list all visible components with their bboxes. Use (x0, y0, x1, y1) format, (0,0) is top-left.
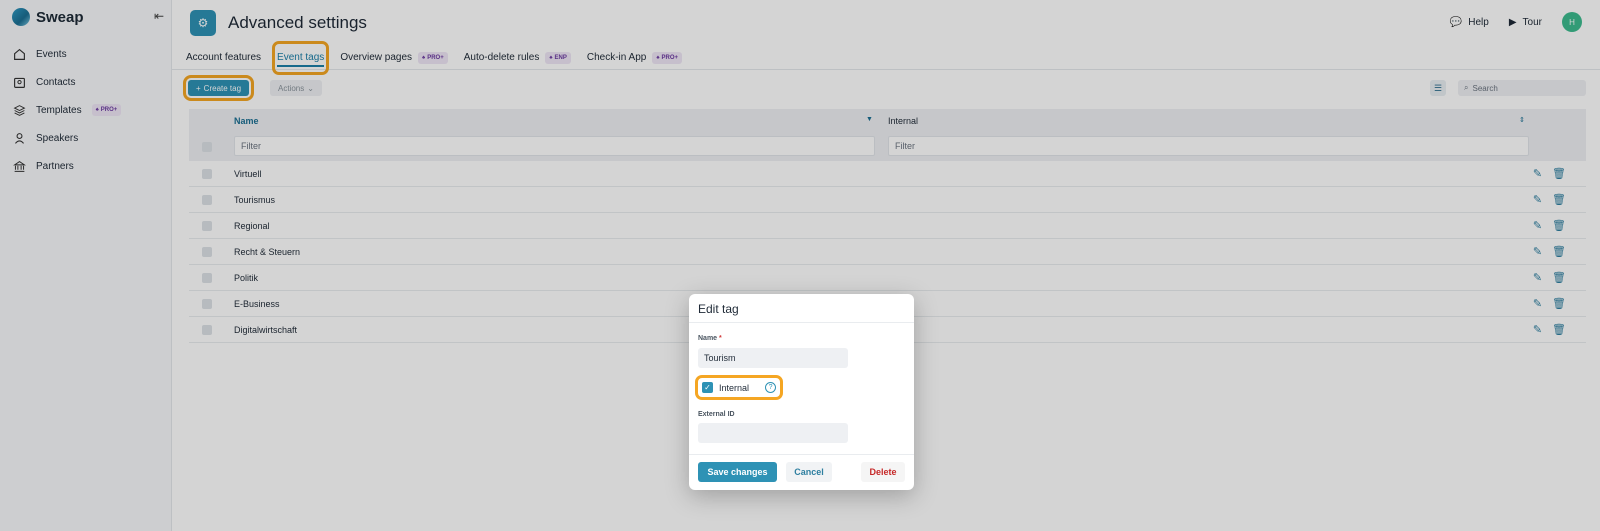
external-id-field[interactable] (698, 423, 848, 443)
name-field-label: Name * (698, 335, 722, 342)
external-id-label: External ID (698, 411, 735, 418)
internal-checkbox-row[interactable]: ✓ Internal ? (694, 375, 784, 400)
name-field[interactable]: Tourism (698, 348, 848, 368)
save-button[interactable]: Save changes (698, 462, 777, 482)
internal-label: Internal (719, 382, 750, 393)
cancel-button[interactable]: Cancel (786, 462, 832, 482)
edit-tag-dialog: Edit tag Name * Tourism ✓ Internal ? Ext… (689, 294, 914, 490)
required-marker: * (719, 335, 722, 342)
divider (689, 454, 914, 455)
delete-button[interactable]: Delete (861, 462, 905, 482)
help-icon[interactable]: ? (765, 382, 777, 393)
divider (689, 322, 914, 323)
internal-checkbox[interactable]: ✓ (702, 382, 713, 393)
dialog-title: Edit tag (698, 302, 739, 316)
